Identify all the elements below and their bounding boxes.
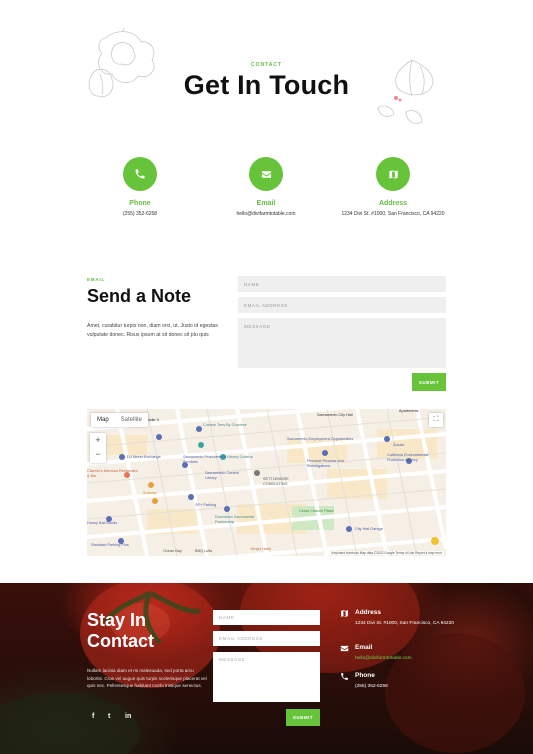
- footer-section: Stay In Contact Nullam lacinia diam et m…: [0, 583, 533, 754]
- footer-description: Nullam lacinia diam et mi malesuada, sed…: [87, 668, 207, 688]
- map-place: California Environmental Protection Agen…: [387, 453, 429, 462]
- envelope-icon: [340, 645, 349, 652]
- footer-submit-button[interactable]: SUBMIT: [286, 709, 320, 726]
- phone-icon: [123, 157, 157, 191]
- contact-eyebrow: CONTACT: [250, 62, 283, 68]
- map-type-tabs: Map Satellite: [91, 413, 149, 427]
- address-label: Address: [378, 200, 407, 207]
- map-place: Cesar Chavez Plaza: [299, 509, 334, 513]
- message-placeholder: MESSAGE: [244, 324, 271, 329]
- phone-icon: [341, 673, 348, 680]
- email-placeholder: EMAIL ADDRESS: [244, 303, 288, 308]
- map-place: SP+ Parking: [195, 503, 217, 507]
- map-place: Standard Parking Plus: [91, 543, 129, 547]
- map-place: Sacramento Procurement Services: [183, 455, 227, 464]
- footer-message-placeholder: MESSAGE: [219, 657, 246, 662]
- map-place: Honey Bail Bonds: [87, 521, 118, 525]
- map-place: Subway: [143, 491, 157, 495]
- tab-satellite[interactable]: Satellite: [115, 413, 148, 427]
- footer-email-value[interactable]: hello@divifarmtotable.com: [355, 655, 455, 663]
- map-place: DJ Street Exchange: [127, 455, 161, 459]
- map-place: Ocean Bay: [163, 549, 182, 553]
- footer-phone-label: Phone: [355, 672, 375, 679]
- footer-phone-value: (255) 352-6258: [355, 684, 388, 689]
- google-map[interactable]: 10 Pickup For Caddie X Custom Tees By Ch…: [87, 409, 446, 556]
- address-card: Address 1234 Divi St. #1000, San Francis…: [328, 157, 458, 217]
- map-place: Pinnacle Process and Investigations: [307, 459, 344, 468]
- map-place: Apartments: [399, 409, 419, 413]
- map-place: Cilantro's Mexican Restaurant & Bar: [87, 469, 138, 478]
- footer-address-label: Address: [355, 609, 382, 616]
- footer-address-value: 1234 Divi St. #1000, San Francisco, CA 9…: [355, 621, 454, 626]
- footer-name-placeholder: NAME: [219, 615, 235, 620]
- email-value[interactable]: hello@divifarmtotable.com: [201, 211, 331, 217]
- email-label: Email: [256, 200, 276, 207]
- phone-value: (255) 352-6258: [122, 211, 158, 217]
- map-place: SETTLEMORE CONSULTING: [263, 477, 289, 486]
- map-place: Sacramento Central Library: [205, 471, 239, 480]
- email-field[interactable]: EMAIL ADDRESS: [238, 297, 446, 313]
- map-place: Zocalo: [393, 443, 405, 447]
- map-place: Custom Tees By Charlese: [203, 423, 247, 427]
- phone-label: Phone: [129, 200, 151, 207]
- submit-button[interactable]: SUBMIT: [412, 373, 446, 391]
- envelope-icon: [249, 157, 283, 191]
- zoom-in-button[interactable]: +: [90, 433, 106, 447]
- footer-message-field[interactable]: MESSAGE: [213, 652, 320, 702]
- map-place: City Hall Garage: [355, 527, 383, 531]
- zoom-out-button[interactable]: −: [90, 447, 106, 461]
- map-place: BBQ Lofts: [195, 549, 213, 553]
- note-description: Amet, curabitur turpis non, diam orci, u…: [87, 323, 218, 338]
- footer-email-label: Email: [355, 644, 373, 651]
- footer-name-field[interactable]: NAME: [213, 610, 320, 625]
- tab-map[interactable]: Map: [91, 413, 115, 427]
- zoom-controls: + −: [90, 433, 106, 463]
- map-place: King's Hotel: [251, 547, 272, 551]
- twitter-icon[interactable]: t: [108, 713, 110, 720]
- linkedin-icon[interactable]: in: [125, 713, 131, 720]
- map-place: Sacramento City Hall: [317, 413, 353, 417]
- footer-email-field[interactable]: EMAIL ADDRESS: [213, 631, 320, 646]
- map-place: Downtown Sacramento Partnership: [215, 515, 255, 524]
- footer-title-line1: Stay In: [87, 610, 147, 630]
- footer-title-line2: Contact: [87, 631, 154, 651]
- page-title: Get In Touch: [183, 70, 350, 100]
- facebook-icon[interactable]: f: [92, 713, 94, 720]
- address-value: 1234 Divi St. #1000, San Francisco, CA 9…: [341, 211, 445, 217]
- map-place: Library Galleria: [227, 455, 253, 459]
- map-attribution: Keyboard shortcuts Map data ©2022 Google…: [329, 551, 444, 555]
- footer-title: Stay In Contact: [87, 610, 154, 652]
- map-icon: [376, 157, 410, 191]
- email-card: Email hello@divifarmtotable.com: [201, 157, 331, 217]
- name-field[interactable]: NAME: [238, 276, 446, 292]
- map-icon: [341, 610, 348, 617]
- footer-email-placeholder: EMAIL ADDRESS: [219, 636, 263, 641]
- fullscreen-button[interactable]: ⛶: [429, 413, 443, 427]
- phone-card: Phone (255) 352-6258: [75, 157, 205, 217]
- map-place: Sacramento Employment Opportunities: [287, 437, 354, 441]
- name-placeholder: NAME: [244, 282, 260, 287]
- note-eyebrow: EMAIL: [87, 277, 105, 282]
- message-field[interactable]: MESSAGE: [238, 318, 446, 368]
- note-title: Send a Note: [87, 286, 192, 306]
- hero-section: CONTACT Get In Touch: [0, 0, 533, 140]
